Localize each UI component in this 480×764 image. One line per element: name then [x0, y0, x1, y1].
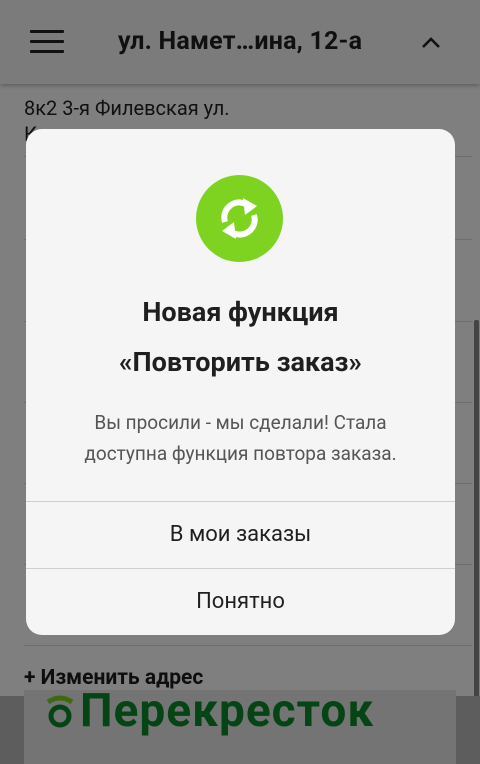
my-orders-button[interactable]: В мои заказы [26, 502, 455, 568]
dialog-message-line2: доступна функция повтора заказа. [84, 442, 397, 465]
dialog-title-line2: «Повторить заказ» [119, 346, 362, 378]
modal-scrim-bottom[interactable] [0, 696, 480, 764]
dialog-title: Новая функция «Повторить заказ» [26, 287, 455, 387]
dialog-message: Вы просили - мы сделали! Стала доступна … [26, 407, 455, 469]
refresh-icon [196, 175, 283, 262]
dialog-message-line1: Вы просили - мы сделали! Стала [94, 411, 387, 434]
got-it-button[interactable]: Понятно [26, 569, 455, 635]
feature-dialog: Новая функция «Повторить заказ» Вы проси… [26, 129, 455, 635]
dialog-title-line1: Новая функция [142, 296, 339, 328]
